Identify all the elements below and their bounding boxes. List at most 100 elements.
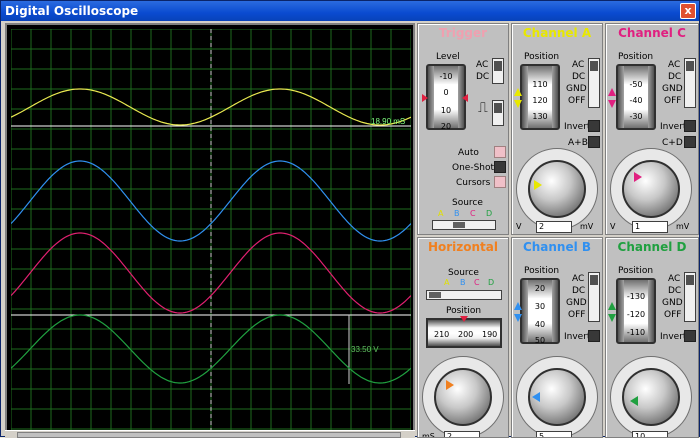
channel-d-dc: DC (668, 286, 682, 296)
timebase-knob[interactable] (420, 352, 508, 437)
channel-a-mode-switch[interactable] (588, 58, 600, 108)
coupling-switch[interactable] (492, 58, 504, 84)
horizontal-position-label: Position (446, 306, 482, 316)
channel-c-invert-label: Invert (660, 122, 687, 132)
edge-icon: ⎍ (478, 100, 488, 116)
channel-b-panel: Channel B Position 20 30 40 50 AC DC GND… (511, 237, 603, 438)
scroll-thumb[interactable] (17, 432, 401, 438)
level-dial[interactable]: -10 0 10 20 (426, 64, 466, 131)
channel-a-down-icon[interactable] (514, 100, 522, 108)
ac-label: AC (476, 60, 489, 70)
channel-a-knob-unit-left: V (516, 222, 522, 231)
cursors-label: Cursors (456, 178, 491, 188)
channel-a-knob-unit-right: mV (580, 222, 594, 231)
channel-b-gnd: GND (566, 298, 587, 308)
source-letter-c: C (470, 209, 476, 218)
channel-c-knob-unit-left: V (610, 222, 616, 231)
channel-a-panel: Channel A Position 110 120 130 AC DC GND… (511, 23, 603, 235)
trigger-title: Trigger (438, 26, 488, 40)
channel-c-volts-knob[interactable] (608, 144, 696, 232)
channel-b-dc: DC (572, 286, 586, 296)
window-title: Digital Oscilloscope (5, 4, 139, 18)
channel-d-invert-label: Invert (660, 332, 687, 342)
channel-b-position-dial[interactable]: 20 30 40 50 (520, 278, 560, 345)
channel-c-title: Channel C (618, 26, 686, 40)
one-shot-button[interactable] (494, 161, 506, 173)
horizontal-source-b: B (460, 278, 466, 287)
channel-d-mode-switch[interactable] (684, 272, 696, 322)
channel-c-down-icon[interactable] (608, 100, 616, 108)
level-marker-left-icon (422, 94, 428, 102)
channel-b-invert-button[interactable] (588, 330, 600, 342)
auto-label: Auto (458, 148, 479, 158)
channel-c-mode-switch[interactable] (684, 58, 696, 108)
channel-d-title: Channel D (617, 240, 687, 254)
horizontal-title: Horizontal (427, 240, 499, 254)
channel-b-up-icon[interactable] (514, 302, 522, 310)
channel-a-volts-field[interactable]: 2 (536, 221, 572, 233)
channel-a-position-dial[interactable]: 110 120 130 (520, 64, 560, 130)
edge-switch[interactable] (492, 100, 504, 126)
source-label: Source (452, 198, 483, 208)
channel-a-position-label: Position (524, 52, 560, 62)
channel-d-volts-knob[interactable] (608, 352, 696, 437)
auto-button[interactable] (494, 146, 506, 158)
channel-a-dc: DC (572, 72, 586, 82)
channel-a-off: OFF (568, 96, 586, 106)
channel-c-position-dial[interactable]: -50 -40 -30 (616, 64, 656, 130)
channel-d-ac: AC (668, 274, 681, 284)
one-shot-label: One-Shot (452, 163, 495, 173)
channel-b-down-icon[interactable] (514, 314, 522, 322)
timebase-pointer-icon (446, 380, 454, 390)
channel-c-position-label: Position (618, 52, 654, 62)
title-bar[interactable]: Digital Oscilloscope x (1, 1, 699, 21)
channel-b-position-label: Position (524, 266, 560, 276)
channel-c-off: OFF (664, 96, 682, 106)
channel-b-volts-knob[interactable] (514, 352, 602, 437)
channel-d-panel: Channel D Position -130 -120 -110 AC DC … (605, 237, 699, 438)
horizontal-source-c: C (474, 278, 480, 287)
channel-d-off: OFF (664, 310, 682, 320)
channel-c-ac: AC (668, 60, 681, 70)
horizontal-source-slider[interactable] (426, 290, 502, 300)
channel-d-position-label: Position (618, 266, 654, 276)
channel-d-invert-button[interactable] (684, 330, 696, 342)
channel-d-down-icon[interactable] (608, 314, 616, 322)
channel-c-up-icon[interactable] (608, 88, 616, 96)
scope-display: 18.90 mS 33.50 V (5, 23, 415, 438)
channel-a-volts-knob[interactable] (514, 144, 602, 232)
timebase-unit: mS (422, 432, 435, 438)
source-letter-b: B (454, 209, 460, 218)
channel-d-position-dial[interactable]: -130 -120 -110 (616, 278, 656, 344)
channel-b-knob-pointer-icon (532, 392, 540, 402)
channel-b-ac: AC (572, 274, 585, 284)
channel-a-knob-pointer-icon (534, 180, 542, 190)
horizontal-panel: Horizontal Source A B C D Position 210 2… (417, 237, 509, 438)
channel-c-knob-pointer-icon (634, 172, 642, 182)
channel-a-up-icon[interactable] (514, 88, 522, 96)
cursors-button[interactable] (494, 176, 506, 188)
channel-b-invert-label: Invert (564, 332, 591, 342)
scope-screen: 18.90 mS 33.50 V (11, 29, 411, 433)
trigger-panel: Trigger Level -10 0 10 20 AC D C ⎍ Auto O… (417, 23, 509, 235)
channel-c-volts-field[interactable]: 1 (632, 221, 668, 233)
channel-c-invert-button[interactable] (684, 120, 696, 132)
horizontal-source-a: A (444, 278, 450, 287)
voltage-readout: 33.50 V (351, 345, 379, 354)
horizontal-position-dial[interactable]: 210 200 190 (426, 318, 502, 348)
level-label: Level (436, 52, 460, 62)
source-letter-d: D (486, 209, 493, 218)
channel-a-invert-button[interactable] (588, 120, 600, 132)
channel-c-panel: Channel C Position -50 -40 -30 AC DC GND… (605, 23, 699, 235)
channel-a-title: Channel A (522, 26, 592, 40)
channel-c-dc: DC (668, 72, 682, 82)
level-marker-right-icon (462, 94, 468, 102)
channel-b-title: Channel B (522, 240, 592, 254)
time-readout: 18.90 mS (371, 117, 405, 126)
channel-a-invert-label: Invert (564, 122, 591, 132)
trigger-source-slider[interactable] (432, 220, 496, 230)
close-button[interactable]: x (680, 3, 696, 19)
channel-d-up-icon[interactable] (608, 302, 616, 310)
horizontal-source-d: D (488, 278, 495, 287)
channel-b-mode-switch[interactable] (588, 272, 600, 322)
